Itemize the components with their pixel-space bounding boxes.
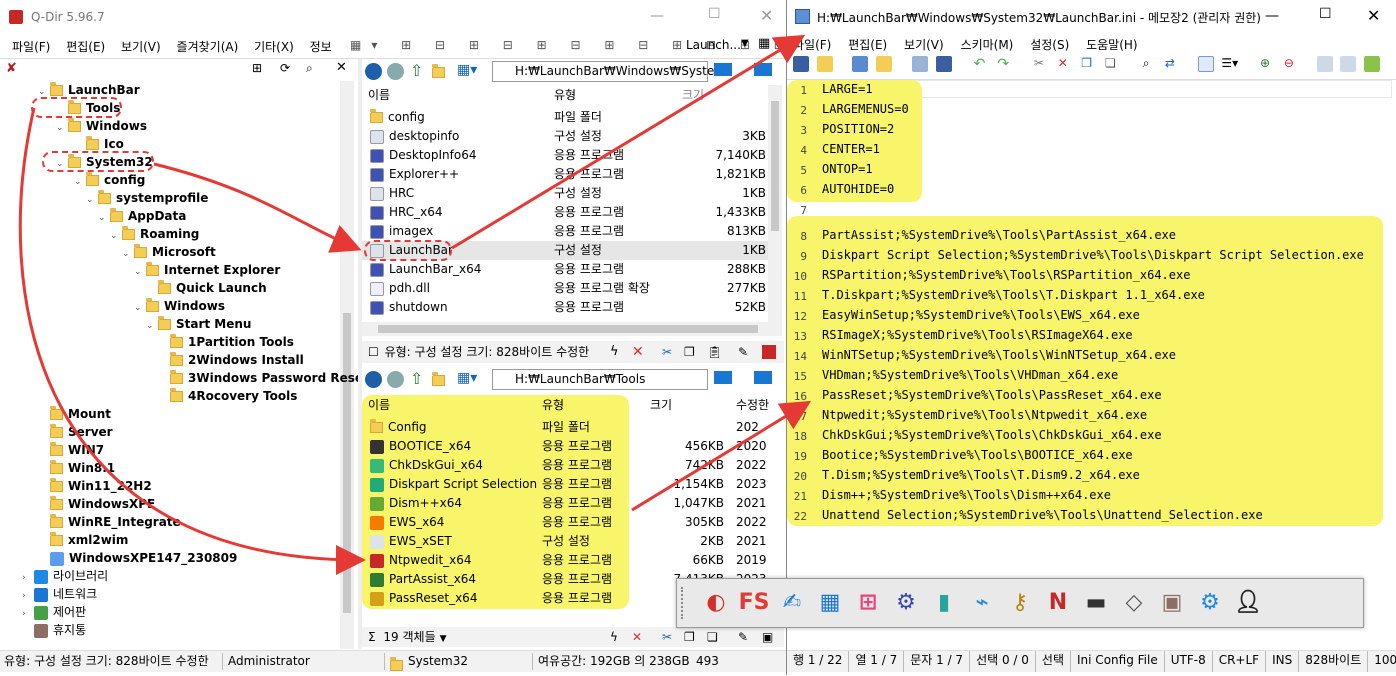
arrow-toolslist-to-ini (631, 400, 812, 512)
arrow-launchbar-to-notepad (451, 34, 806, 250)
arrow-system32-to-launchbar (153, 162, 362, 253)
annotation-arrows (18, 34, 812, 575)
arrow-tools-to-toolslist (18, 107, 366, 575)
